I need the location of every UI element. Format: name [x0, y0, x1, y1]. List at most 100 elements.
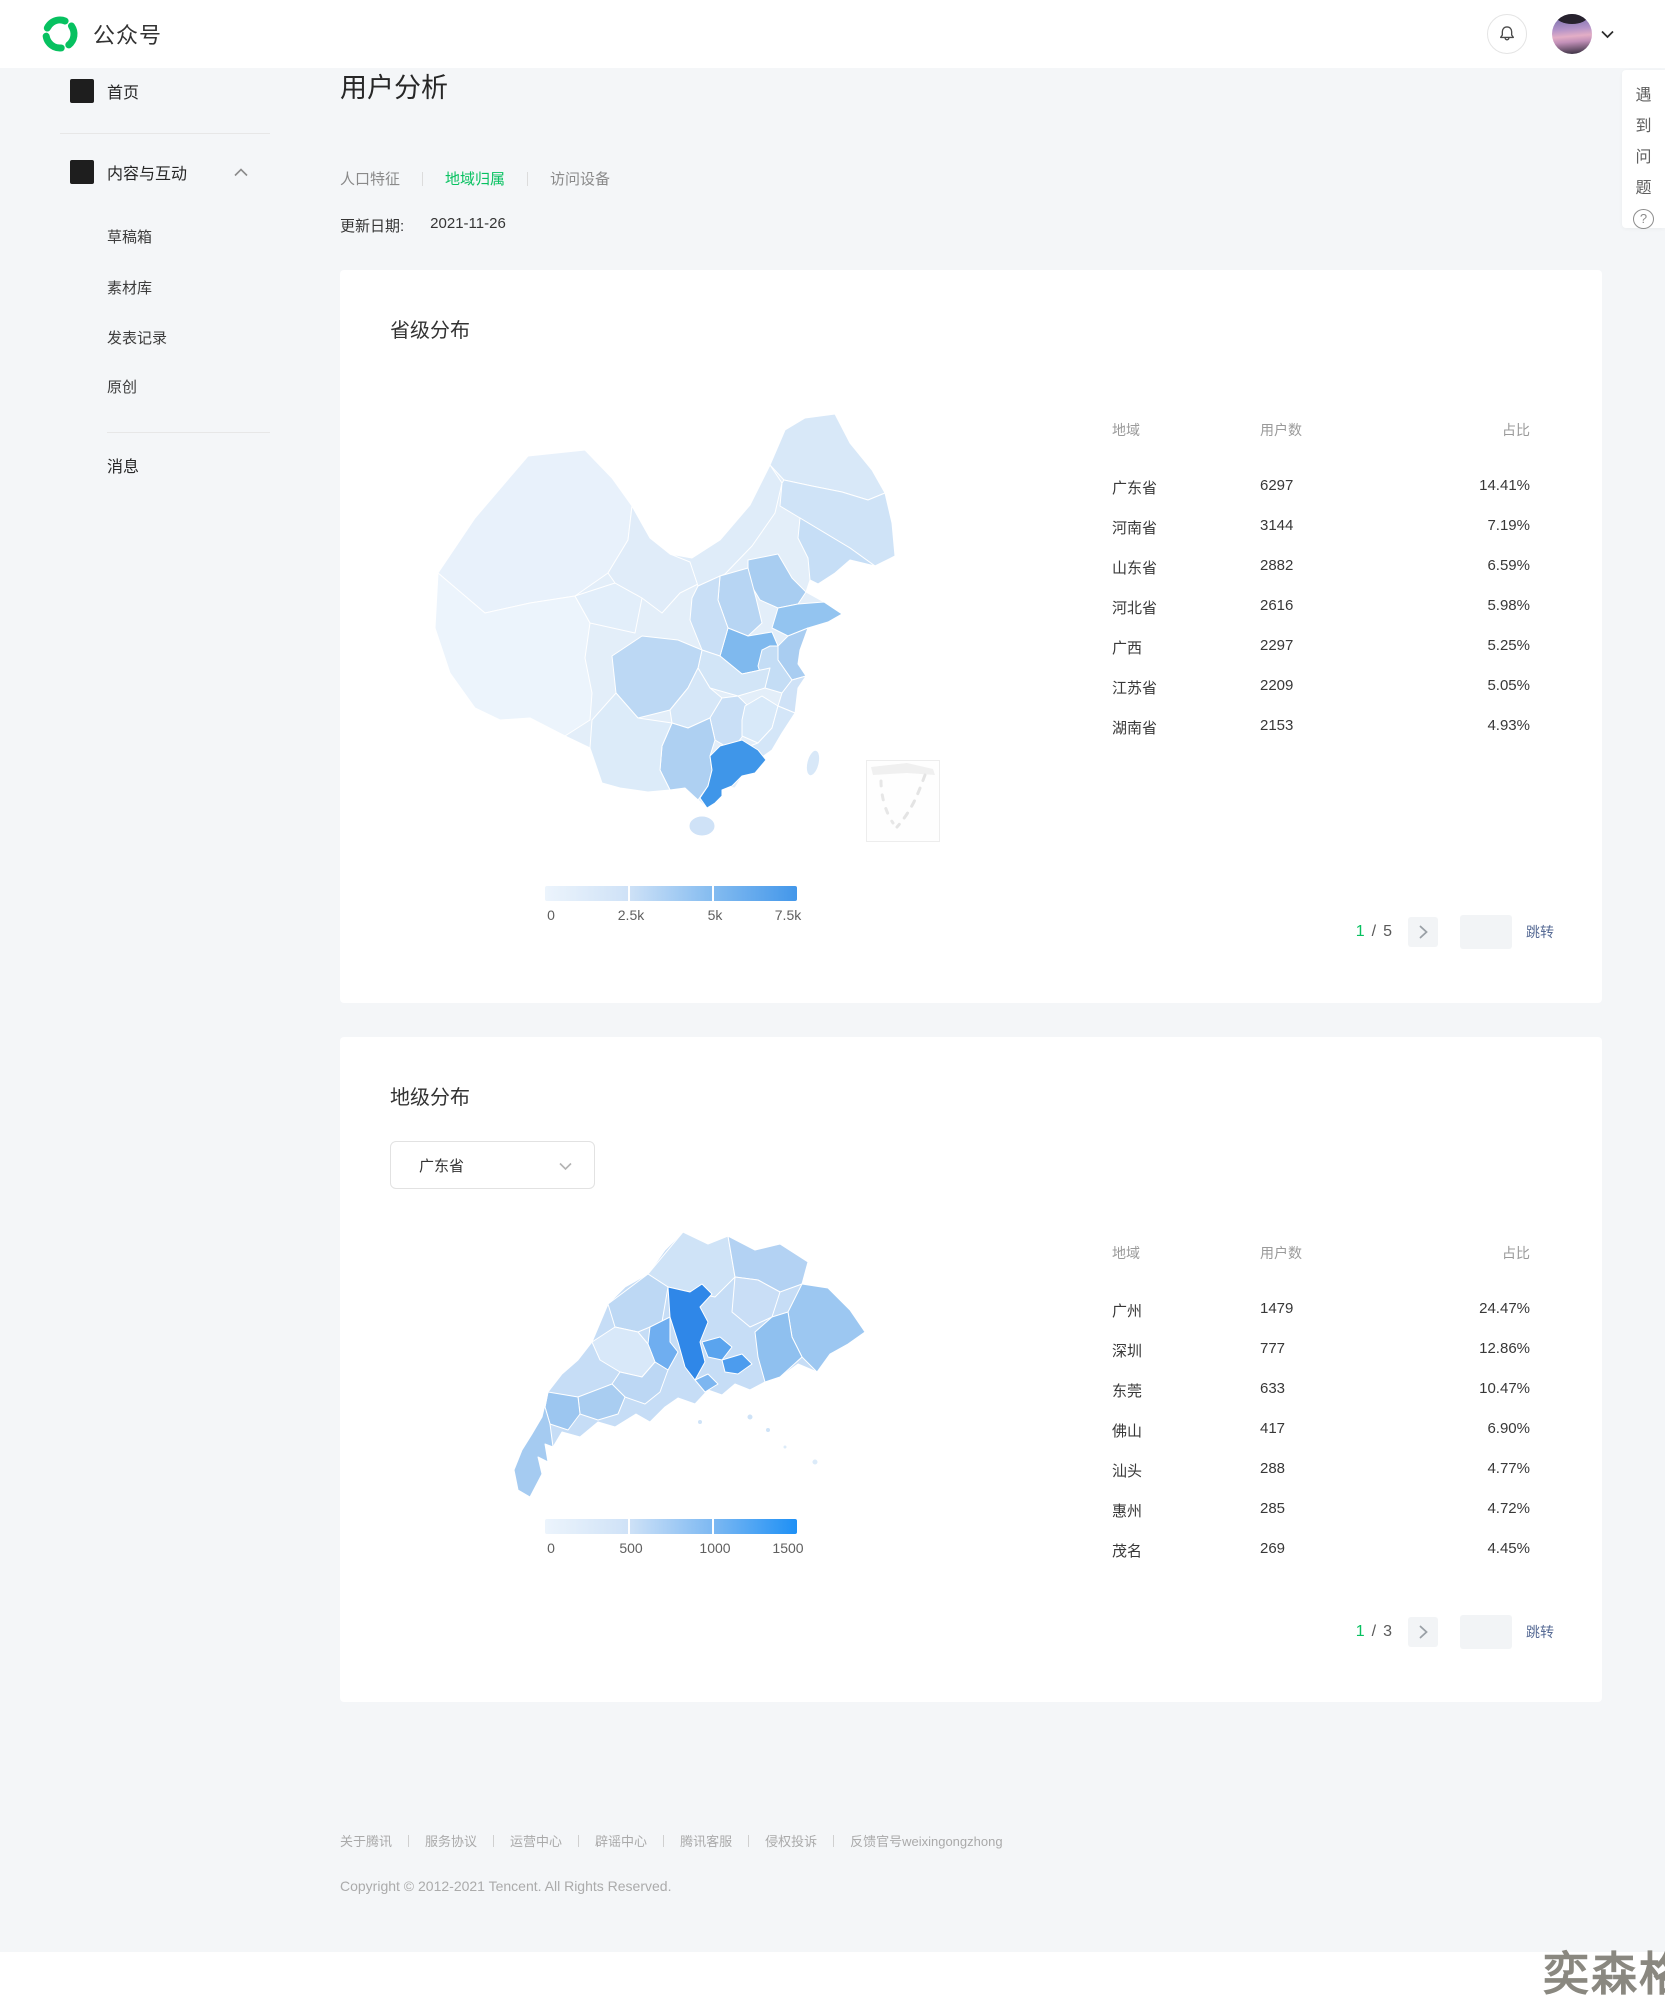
page-title: 用户分析 [340, 66, 448, 105]
footer-links: 关于腾讯 服务协议 运营中心 辟谣中心 腾讯客服 侵权投诉 反馈官号weixin… [340, 1831, 1003, 1850]
col-header-region: 地域 [1112, 1243, 1140, 1263]
footer-link-operation-center[interactable]: 运营中心 [510, 1831, 562, 1850]
province-select-value: 广东省 [419, 1155, 464, 1176]
users-cell: 285 [1260, 1500, 1285, 1517]
sidebar-divider [60, 133, 270, 134]
region-cell: 广西 [1112, 637, 1142, 658]
next-page-button[interactable] [1408, 1617, 1438, 1647]
tab-region[interactable]: 地域归属 [445, 168, 505, 189]
province-pagination: 1 / 5 跳转 [1356, 915, 1554, 949]
current-page: 1 [1356, 1623, 1365, 1641]
sidebar-item-original[interactable]: 原创 [107, 376, 137, 397]
page-jump-link[interactable]: 跳转 [1526, 1622, 1554, 1642]
sidebar-item-drafts[interactable]: 草稿箱 [107, 226, 152, 247]
tick-label: 2.5k [618, 907, 644, 923]
watermark-text: 奕森格 [1543, 1938, 1665, 2004]
percent-cell: 14.41% [1479, 477, 1530, 494]
region-cell: 东莞 [1112, 1380, 1142, 1401]
bell-icon [1497, 24, 1517, 44]
top-header: 公众号 [0, 0, 1665, 68]
percent-cell: 4.93% [1487, 717, 1530, 734]
tab-devices[interactable]: 访问设备 [550, 168, 610, 189]
footer-link-infringement[interactable]: 侵权投诉 [765, 1831, 817, 1850]
footer-link-feedback[interactable]: 反馈官号weixingongzhong [850, 1831, 1002, 1850]
users-cell: 6297 [1260, 477, 1293, 494]
region-cell: 广州 [1112, 1300, 1142, 1321]
help-char: 题 [1635, 173, 1651, 204]
notification-bell-button[interactable] [1487, 14, 1527, 54]
province-select[interactable]: 广东省 [390, 1141, 595, 1189]
region-cell: 茂名 [1112, 1540, 1142, 1561]
province-distribution-card: 省级分布 [340, 270, 1602, 1003]
percent-cell: 4.72% [1487, 1500, 1530, 1517]
content-icon [70, 160, 94, 184]
percent-cell: 5.98% [1487, 597, 1530, 614]
city-table: 地域 用户数 占比 广州 1479 24.47% 深圳 777 12.86% 东… [1112, 1037, 1530, 1702]
percent-cell: 7.19% [1487, 517, 1530, 534]
color-scale-legend [545, 886, 797, 901]
guangdong-map[interactable] [450, 1192, 880, 1512]
sidebar-item-publish-records[interactable]: 发表记录 [107, 327, 167, 348]
total-pages: 5 [1383, 923, 1392, 941]
page-jump-input[interactable] [1460, 915, 1512, 949]
footer-link-rumor-center[interactable]: 辟谣中心 [595, 1831, 647, 1850]
total-pages: 3 [1383, 1623, 1392, 1641]
percent-cell: 5.25% [1487, 637, 1530, 654]
region-cell: 汕头 [1112, 1460, 1142, 1481]
users-cell: 2297 [1260, 637, 1293, 654]
chevron-up-icon [234, 168, 248, 177]
percent-cell: 5.05% [1487, 677, 1530, 694]
account-chevron-down-icon[interactable] [1601, 30, 1614, 39]
sidebar-item-label: 首页 [107, 79, 139, 103]
help-widget[interactable]: 遇 到 问 题 ? [1622, 70, 1665, 228]
sidebar-item-label: 内容与互动 [107, 160, 187, 184]
footer-link-about[interactable]: 关于腾讯 [340, 1831, 392, 1850]
sidebar-divider [107, 432, 270, 433]
province-card-title: 省级分布 [390, 314, 470, 343]
users-cell: 288 [1260, 1460, 1285, 1477]
footer-link-terms[interactable]: 服务协议 [425, 1831, 477, 1850]
page-separator: / [1372, 1623, 1376, 1641]
page-separator: / [1372, 923, 1376, 941]
city-distribution-card: 地级分布 广东省 [340, 1037, 1602, 1702]
color-scale-legend [545, 1519, 797, 1534]
users-cell: 269 [1260, 1540, 1285, 1557]
users-cell: 633 [1260, 1380, 1285, 1397]
region-cell: 湖南省 [1112, 717, 1157, 738]
footer-link-customer-service[interactable]: 腾讯客服 [680, 1831, 732, 1850]
question-mark-icon: ? [1633, 209, 1654, 229]
help-char: 问 [1635, 142, 1651, 173]
region-cell: 河北省 [1112, 597, 1157, 618]
home-icon [70, 79, 94, 103]
update-date-value: 2021-11-26 [430, 215, 506, 236]
current-page: 1 [1356, 923, 1365, 941]
percent-cell: 6.59% [1487, 557, 1530, 574]
sidebar-item-messages[interactable]: 消息 [107, 453, 139, 477]
region-cell: 深圳 [1112, 1340, 1142, 1361]
page-jump-link[interactable]: 跳转 [1526, 922, 1554, 942]
tick-label: 5k [708, 907, 723, 923]
help-char: 遇 [1635, 80, 1651, 111]
users-cell: 3144 [1260, 517, 1293, 534]
col-header-users: 用户数 [1260, 420, 1302, 440]
next-page-button[interactable] [1408, 917, 1438, 947]
sidebar-item-content-interaction[interactable]: 内容与互动 [70, 160, 248, 184]
sidebar-item-home[interactable]: 首页 [70, 79, 139, 103]
users-cell: 777 [1260, 1340, 1285, 1357]
users-cell: 2209 [1260, 677, 1293, 694]
percent-cell: 6.90% [1487, 1420, 1530, 1437]
users-cell: 2153 [1260, 717, 1293, 734]
tab-demographics[interactable]: 人口特征 [340, 168, 400, 189]
page-jump-input[interactable] [1460, 1615, 1512, 1649]
region-cell: 江苏省 [1112, 677, 1157, 698]
sidebar-item-media-library[interactable]: 素材库 [107, 277, 152, 298]
account-avatar[interactable] [1552, 14, 1592, 54]
tick-label: 500 [619, 1540, 642, 1556]
brand-logo[interactable]: 公众号 [40, 14, 162, 54]
south-china-sea-inset-map [866, 760, 940, 842]
region-cell: 佛山 [1112, 1420, 1142, 1441]
percent-cell: 4.77% [1487, 1460, 1530, 1477]
mp-logo-icon [40, 14, 80, 54]
chevron-down-icon [559, 1162, 572, 1171]
bottom-white-strip [0, 1952, 1665, 1990]
